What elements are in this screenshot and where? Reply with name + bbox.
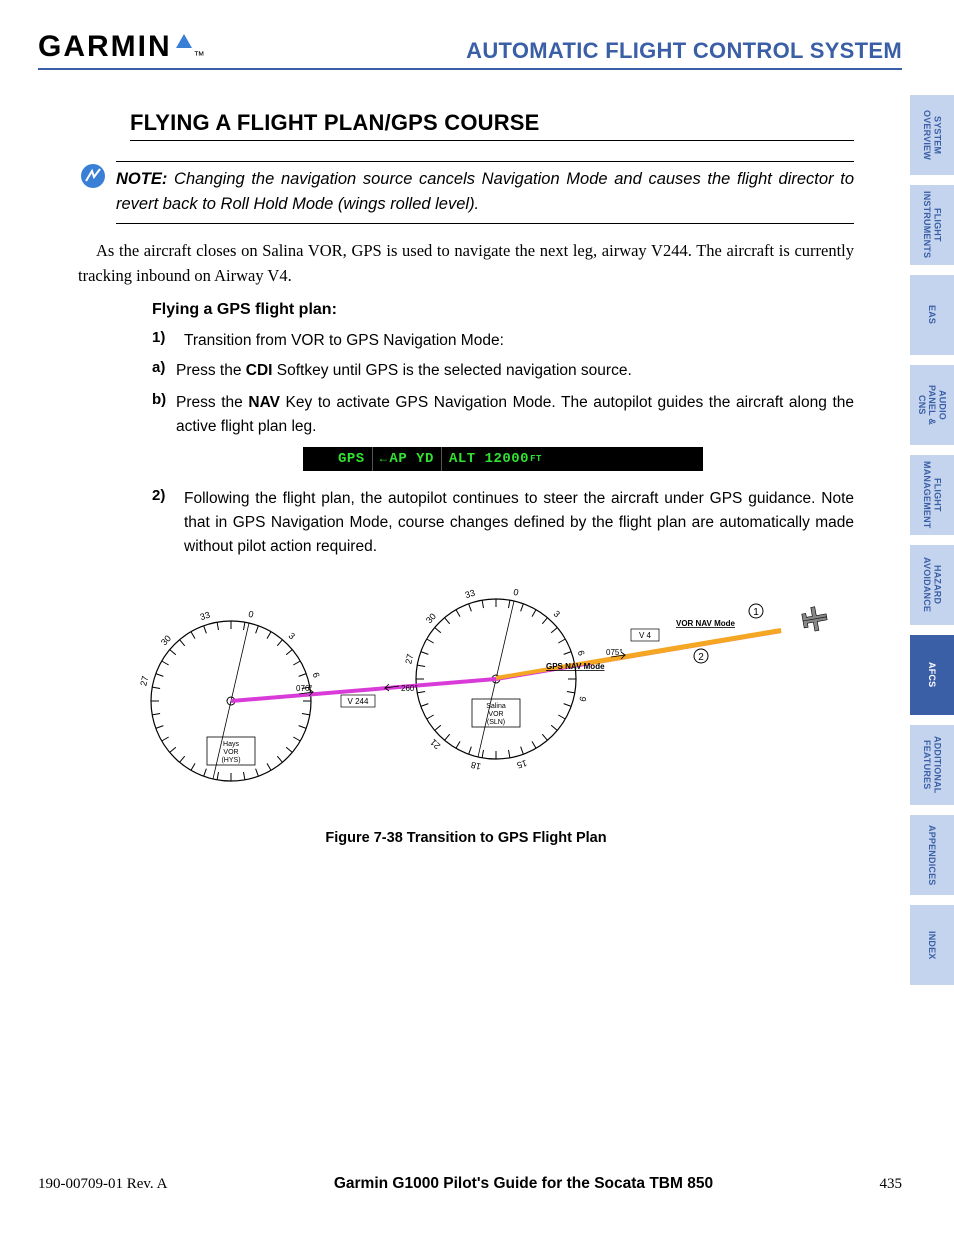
tab-additional-features[interactable]: ADDITIONAL FEATURES bbox=[910, 725, 954, 805]
substep-body: Press the CDI Softkey until GPS is the s… bbox=[176, 359, 854, 383]
tab-index[interactable]: INDEX bbox=[910, 905, 954, 985]
substep-body: Press the NAV Key to activate GPS Naviga… bbox=[176, 391, 854, 439]
course-label-recip: 260° bbox=[401, 684, 418, 693]
svg-text:9: 9 bbox=[577, 695, 588, 702]
step-number: 1) bbox=[152, 329, 174, 353]
svg-text:VOR: VOR bbox=[488, 711, 503, 718]
status-ap: ←AP YD bbox=[373, 447, 442, 471]
step-body: Transition from VOR to GPS Navigation Mo… bbox=[184, 329, 854, 353]
page-header: GARMIN ™ AUTOMATIC FLIGHT CONTROL SYSTEM bbox=[38, 30, 902, 70]
svg-text:V 244: V 244 bbox=[348, 697, 369, 706]
procedure-heading: Flying a GPS flight plan: bbox=[152, 301, 854, 319]
svg-text:6: 6 bbox=[311, 671, 322, 679]
tab-afcs[interactable]: AFCS bbox=[910, 635, 954, 715]
figure-caption: Figure 7-38 Transition to GPS Flight Pla… bbox=[78, 830, 854, 846]
step-body: Following the flight plan, the autopilot… bbox=[184, 487, 854, 559]
section-tabs: SYSTEM OVERVIEW FLIGHT INSTRUMENTS EAS A… bbox=[910, 95, 954, 985]
status-vertical: ALT 12000FT bbox=[442, 447, 549, 471]
course-label: 076° bbox=[296, 684, 313, 693]
svg-text:33: 33 bbox=[464, 587, 477, 599]
svg-text:3: 3 bbox=[286, 630, 296, 641]
svg-text:(SLN): (SLN) bbox=[487, 719, 505, 726]
note-label: NOTE: bbox=[116, 170, 167, 188]
svg-text:33: 33 bbox=[199, 609, 212, 621]
note-body: Changing the navigation source cancels N… bbox=[116, 170, 854, 213]
flight-plan-diagram: 0 33 3 30 6 27 Hays VOR (HYS) bbox=[101, 571, 831, 811]
svg-text:GPS NAV Mode: GPS NAV Mode bbox=[546, 662, 605, 671]
trademark-symbol: ™ bbox=[194, 50, 205, 62]
figure-7-38: 0 33 3 30 6 27 Hays VOR (HYS) bbox=[78, 571, 854, 846]
svg-text:VOR NAV Mode: VOR NAV Mode bbox=[676, 619, 736, 628]
tab-flight-management[interactable]: FLIGHT MANAGEMENT bbox=[910, 455, 954, 535]
svg-text:0: 0 bbox=[512, 587, 519, 598]
substep-letter: a) bbox=[152, 359, 172, 383]
logo-triangle-icon bbox=[176, 34, 192, 48]
logo-text: GARMIN bbox=[38, 30, 172, 64]
svg-text:1: 1 bbox=[753, 607, 759, 618]
chapter-title: AUTOMATIC FLIGHT CONTROL SYSTEM bbox=[466, 38, 902, 64]
note-icon bbox=[80, 163, 106, 189]
tab-audio-panel-cns[interactable]: AUDIO PANEL & CNS bbox=[910, 365, 954, 445]
tab-appendices[interactable]: APPENDICES bbox=[910, 815, 954, 895]
svg-text:Hays: Hays bbox=[223, 741, 239, 748]
doc-title: Garmin G1000 Pilot's Guide for the Socat… bbox=[334, 1175, 713, 1193]
svg-text:2: 2 bbox=[698, 652, 704, 663]
tab-eas[interactable]: EAS bbox=[910, 275, 954, 355]
svg-text:21: 21 bbox=[428, 737, 442, 751]
garmin-logo: GARMIN ™ bbox=[38, 30, 205, 64]
tab-flight-instruments[interactable]: FLIGHT INSTRUMENTS bbox=[910, 185, 954, 265]
content-body: FLYING A FLIGHT PLAN/GPS COURSE NOTE: Ch… bbox=[38, 70, 902, 846]
note-block: NOTE: Changing the navigation source can… bbox=[80, 161, 854, 224]
substep-letter: b) bbox=[152, 391, 172, 439]
tab-hazard-avoidance[interactable]: HAZARD AVOIDANCE bbox=[910, 545, 954, 625]
doc-revision: 190-00709-01 Rev. A bbox=[38, 1176, 167, 1193]
svg-text:18: 18 bbox=[470, 759, 482, 771]
page-number: 435 bbox=[880, 1176, 903, 1193]
section-title: FLYING A FLIGHT PLAN/GPS COURSE bbox=[130, 110, 854, 141]
svg-text:(HYS): (HYS) bbox=[221, 757, 240, 764]
intro-para: As the aircraft closes on Salina VOR, GP… bbox=[78, 238, 854, 289]
svg-text:15: 15 bbox=[516, 758, 529, 770]
svg-text:27: 27 bbox=[138, 675, 150, 687]
svg-text:6: 6 bbox=[576, 649, 587, 657]
tab-system-overview[interactable]: SYSTEM OVERVIEW bbox=[910, 95, 954, 175]
svg-text:V 4: V 4 bbox=[639, 631, 652, 640]
page-footer: 190-00709-01 Rev. A Garmin G1000 Pilot's… bbox=[38, 1175, 902, 1193]
svg-text:27: 27 bbox=[403, 653, 415, 665]
svg-text:30: 30 bbox=[159, 633, 173, 647]
svg-text:30: 30 bbox=[424, 611, 438, 625]
note-text: NOTE: Changing the navigation source can… bbox=[116, 161, 854, 224]
svg-text:3: 3 bbox=[551, 608, 561, 619]
svg-text:0: 0 bbox=[247, 609, 254, 620]
procedure-steps: 1) Transition from VOR to GPS Navigation… bbox=[152, 329, 854, 559]
svg-text:VOR: VOR bbox=[223, 749, 238, 756]
status-lateral: GPS bbox=[331, 447, 373, 471]
afcs-status-bar: GPS ←AP YD ALT 12000FT bbox=[303, 447, 703, 471]
step-number: 2) bbox=[152, 487, 174, 559]
aircraft-icon bbox=[801, 605, 829, 633]
